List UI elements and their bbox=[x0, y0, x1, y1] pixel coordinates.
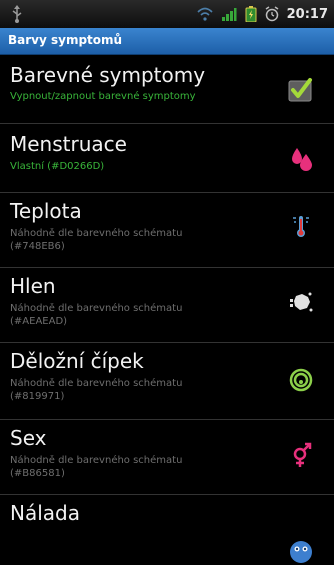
summary-line: Vypnout/zapnout barevné symptomy bbox=[10, 91, 196, 102]
list-item-title: Nálada bbox=[10, 501, 80, 525]
cervix-icon bbox=[288, 367, 314, 393]
battery-icon bbox=[245, 6, 257, 22]
list-item-nalada[interactable]: Nálada bbox=[0, 495, 334, 564]
status-bar: 20:17 bbox=[0, 0, 334, 28]
list-item-hlen[interactable]: Hlen Náhodně dle barevného schématu (#AE… bbox=[0, 268, 334, 343]
summary-color-code: (#748EB6) bbox=[10, 241, 65, 252]
list-item-title: Menstruace bbox=[10, 132, 127, 156]
summary-line: Náhodně dle barevného schématu bbox=[10, 455, 183, 466]
list-item-summary: Vypnout/zapnout barevné symptomy bbox=[10, 90, 270, 103]
list-item-summary: Náhodně dle barevného schématu (#B86581) bbox=[10, 454, 270, 480]
usb-icon bbox=[12, 5, 22, 23]
list-item-summary: Vlastní (#D0266D) bbox=[10, 160, 270, 173]
mucus-icon bbox=[288, 290, 314, 316]
title-bar: Barvy symptomů bbox=[0, 28, 334, 55]
summary-line: Náhodně dle barevného schématu bbox=[10, 228, 183, 239]
list-item-dělozni-cipek[interactable]: Děložní čípek Náhodně dle barevného sché… bbox=[0, 343, 334, 420]
list-item-title: Děložní čípek bbox=[10, 349, 144, 373]
mood-icon bbox=[288, 539, 314, 565]
list-item-title: Hlen bbox=[10, 274, 56, 298]
list-item-summary: Náhodně dle barevného schématu (#748EB6) bbox=[10, 227, 270, 253]
thermometer-icon bbox=[288, 213, 314, 239]
list-item-barevne-symptomy[interactable]: Barevné symptomy Vypnout/zapnout barevné… bbox=[0, 55, 334, 124]
summary-color-code: (#819971) bbox=[10, 391, 65, 402]
list-item-title: Sex bbox=[10, 426, 47, 450]
sex-symbol-icon bbox=[288, 442, 314, 468]
clock-time: 20:17 bbox=[286, 6, 328, 22]
checkbox-checked-icon[interactable] bbox=[288, 77, 314, 103]
page-title: Barvy symptomů bbox=[8, 33, 123, 47]
drops-icon bbox=[288, 146, 314, 172]
summary-color-code: (#B86581) bbox=[10, 468, 65, 479]
list-item-summary: Náhodně dle barevného schématu (#819971) bbox=[10, 377, 270, 403]
summary-line: Vlastní (#D0266D) bbox=[10, 161, 105, 172]
list-item-menstruace[interactable]: Menstruace Vlastní (#D0266D) bbox=[0, 124, 334, 193]
list-item-teplota[interactable]: Teplota Náhodně dle barevného schématu (… bbox=[0, 193, 334, 268]
list-item-summary: Náhodně dle barevného schématu (#AEAEAD) bbox=[10, 302, 270, 328]
wifi-icon bbox=[197, 7, 213, 21]
summary-line: Náhodně dle barevného schématu bbox=[10, 378, 183, 389]
list-item-title: Teplota bbox=[10, 199, 82, 223]
list-item-sex[interactable]: Sex Náhodně dle barevného schématu (#B86… bbox=[0, 420, 334, 495]
summary-line: Náhodně dle barevného schématu bbox=[10, 303, 183, 314]
signal-icon bbox=[221, 8, 237, 21]
alarm-icon bbox=[265, 6, 279, 22]
list-item-title: Barevné symptomy bbox=[10, 63, 206, 87]
summary-color-code: (#AEAEAD) bbox=[10, 316, 68, 327]
